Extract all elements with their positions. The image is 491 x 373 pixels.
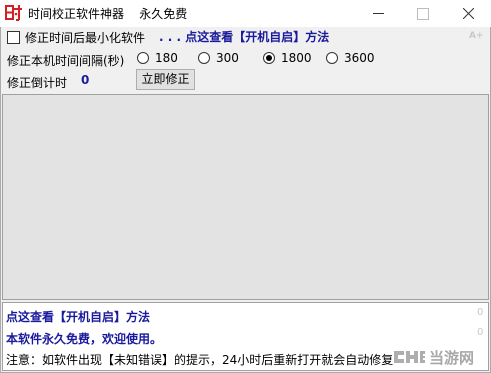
interval-option-3600[interactable]: 3600 (326, 51, 375, 65)
radio-180[interactable] (137, 52, 149, 64)
interval-option-1800[interactable]: 1800 (263, 51, 312, 65)
radio-1800[interactable] (263, 52, 275, 64)
radio-label-300: 300 (216, 51, 239, 65)
free-software-message: 本软件永久免费，欢迎使用。 (6, 332, 163, 346)
log-area (2, 94, 489, 300)
font-size-indicator: A+ (469, 31, 484, 41)
interval-option-300[interactable]: 300 (198, 51, 239, 65)
fix-now-button[interactable]: 立即修正 (136, 69, 195, 90)
autostart-tip-link[interactable]: . . . 点这查看【开机自启】方法 (159, 28, 329, 45)
window-title: 时间校正软件神器 永久免费 (28, 7, 188, 21)
message-counter-2: 0 (477, 327, 484, 338)
interval-option-180[interactable]: 180 (137, 51, 178, 65)
radio-300[interactable] (198, 52, 210, 64)
autostart-message-link[interactable]: 点这查看【开机自启】方法 (6, 308, 150, 325)
radio-label-1800: 1800 (281, 51, 312, 65)
radio-3600[interactable] (326, 52, 338, 64)
minimize-after-fix-option[interactable]: 修正时间后最小化软件 (7, 29, 145, 45)
countdown-label: 修正倒计时 (7, 76, 68, 90)
radio-label-180: 180 (155, 51, 178, 65)
maximize-button[interactable] (400, 0, 445, 27)
interval-label: 修正本机时间间隔(秒) (7, 54, 125, 68)
message-counter-1: 0 (477, 307, 484, 318)
error-notice-message: 注意：如软件出现【未知错误】的提示，24小时后重新打开就会自动修复 (6, 353, 394, 367)
radio-label-3600: 3600 (344, 51, 375, 65)
watermark: 当游网 (392, 344, 488, 370)
title-bar: 时间校正软件神器 永久免费 (0, 0, 491, 27)
watermark-text: 当游网 (429, 348, 475, 367)
minimize-after-fix-checkbox[interactable] (7, 30, 20, 44)
close-icon (463, 8, 474, 19)
minimize-button[interactable] (356, 0, 401, 27)
app-clock-icon (5, 5, 22, 21)
countdown-value: 0 (81, 73, 90, 87)
watermark-logo-icon (394, 351, 425, 363)
minimize-after-fix-label: 修正时间后最小化软件 (25, 30, 146, 45)
close-button[interactable] (446, 0, 491, 27)
